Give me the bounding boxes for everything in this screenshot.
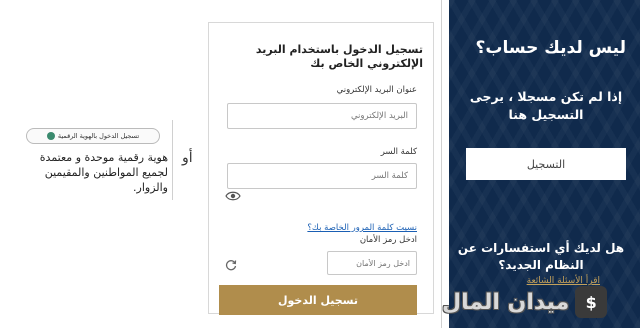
login-form-title: تسجيل الدخول باستخدام البريد الإلكتروني … xyxy=(255,43,423,70)
watermark-text: ميدان المال xyxy=(442,289,570,315)
password-label: كلمة السر xyxy=(380,147,417,157)
digital-id-login-button[interactable]: تسجيل الدخول بالهوية الرقمية xyxy=(26,128,160,144)
signup-title: ليس لديك حساب؟ xyxy=(475,38,627,58)
email-label: عنوان البريد الإلكتروني xyxy=(336,85,417,95)
password-field[interactable] xyxy=(227,163,417,189)
signup-text: إذا لم تكن مسجلا ، يرجى التسجيل هنا xyxy=(469,89,623,122)
captcha-input[interactable] xyxy=(327,251,417,275)
digital-id-badge-label: تسجيل الدخول بالهوية الرقمية xyxy=(57,132,140,140)
or-label: أو xyxy=(182,150,193,166)
new-system-question: هل لديك أي استفسارات عن النظام الجديد؟ xyxy=(457,241,625,272)
email-field[interactable] xyxy=(227,103,417,129)
show-password-icon[interactable] xyxy=(225,190,241,202)
fingerprint-icon xyxy=(46,132,55,140)
signup-panel: ليس لديك حساب؟ إذا لم تكن مسجلا ، يرجى ا… xyxy=(449,0,640,328)
forgot-password-link[interactable]: نسيت كلمة المرور الخاصة بك؟ xyxy=(307,223,417,233)
or-divider xyxy=(172,120,173,200)
login-form: تسجيل الدخول باستخدام البريد الإلكتروني … xyxy=(208,22,434,315)
panel-divider xyxy=(441,0,442,328)
watermark-logo-icon: $ xyxy=(575,286,608,318)
captcha-label: ادخل رمز الأمان xyxy=(359,235,417,245)
refresh-captcha-icon[interactable] xyxy=(225,259,237,271)
register-button[interactable]: التسجيل xyxy=(466,148,626,180)
watermark: $ ميدان المال xyxy=(442,282,632,322)
login-button[interactable]: تسجيل الدخول xyxy=(219,285,417,315)
digital-id-description: هوية رقمية موحدة و معتمدة لجميع المواطني… xyxy=(39,151,168,194)
